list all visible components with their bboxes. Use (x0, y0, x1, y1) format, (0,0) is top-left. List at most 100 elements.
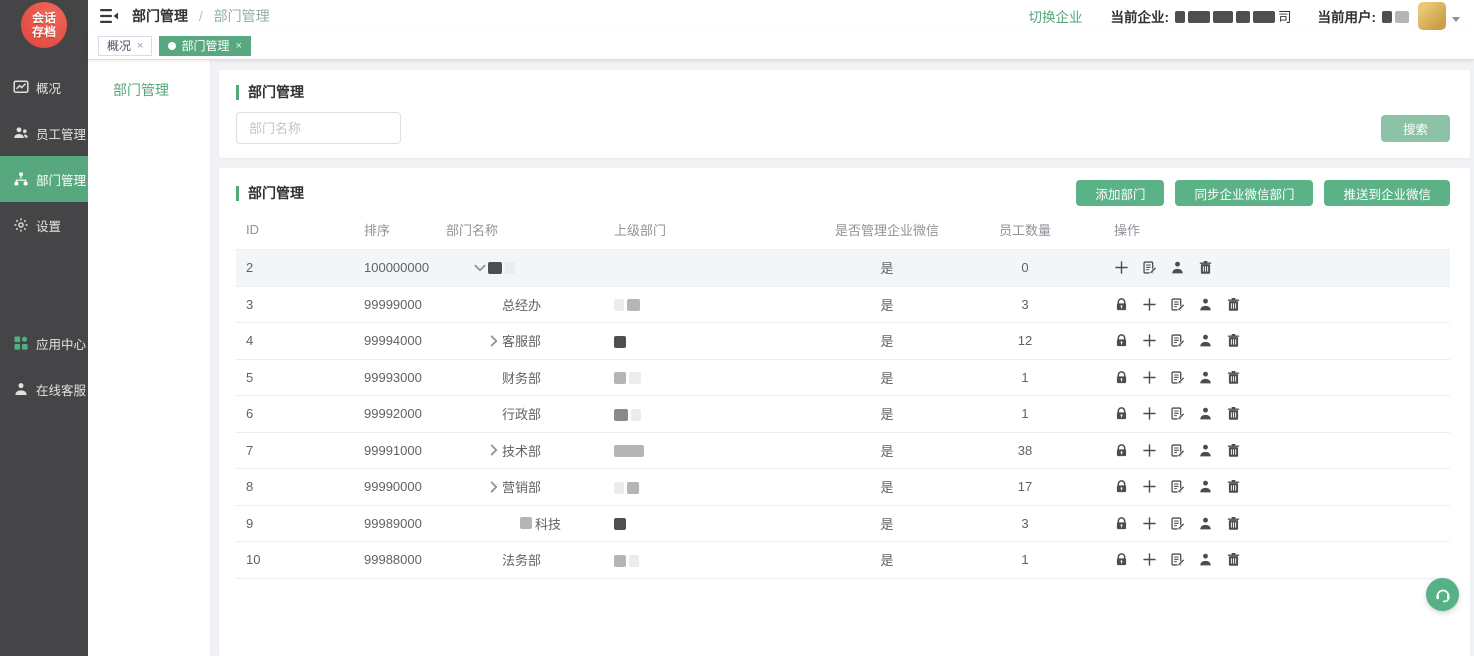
sidebar-item-employees[interactable]: 员工管理 (0, 110, 88, 156)
trash-action-icon[interactable] (1226, 370, 1241, 385)
sidebar-item-online-support[interactable]: 在线客服 (0, 366, 88, 412)
user-avatar[interactable] (1418, 2, 1446, 30)
table-button-0[interactable]: 添加部门 (1076, 180, 1164, 206)
expand-collapse-icon[interactable] (472, 260, 488, 276)
search-button[interactable]: 搜索 (1381, 115, 1450, 142)
content-row: 部门管理 部门管理 搜索 (88, 60, 1474, 656)
sidebar-item-settings[interactable]: 设置 (0, 202, 88, 248)
cell-employee-count: 38 (980, 443, 1070, 458)
trash-action-icon[interactable] (1226, 552, 1241, 567)
user-action-icon[interactable] (1198, 370, 1213, 385)
lock-action-icon[interactable] (1114, 370, 1129, 385)
user-action-icon[interactable] (1198, 479, 1213, 494)
collapse-sidebar-icon[interactable] (100, 8, 118, 24)
trash-action-icon[interactable] (1226, 333, 1241, 348)
edit-action-icon[interactable] (1170, 370, 1185, 385)
edit-action-icon[interactable] (1170, 516, 1185, 531)
edit-action-icon[interactable] (1170, 297, 1185, 312)
logo-text-line2: 存档 (32, 25, 56, 39)
plus-action-icon[interactable] (1142, 552, 1157, 567)
user-action-icon[interactable] (1198, 297, 1213, 312)
logo-text-line1: 会话 (32, 11, 56, 25)
trash-action-icon[interactable] (1226, 406, 1241, 421)
redacted-text-block (614, 409, 628, 421)
page-content: 部门管理 搜索 部门管理 添加部门同步企业微信部门推送到企业微信 (211, 60, 1474, 656)
trash-action-icon[interactable] (1226, 297, 1241, 312)
user-action-icon[interactable] (1198, 443, 1213, 458)
close-tab-icon[interactable]: × (235, 40, 241, 52)
breadcrumb-parent[interactable]: 部门管理 (132, 8, 188, 24)
expand-row-icon[interactable] (486, 479, 502, 495)
sidebar-item-overview[interactable]: 概况 (0, 64, 88, 110)
redacted-text-block (1236, 11, 1250, 23)
tab-概况[interactable]: 概况 × (98, 36, 152, 56)
plus-action-icon[interactable] (1142, 516, 1157, 531)
user-action-icon[interactable] (1198, 552, 1213, 567)
trash-action-icon[interactable] (1226, 443, 1241, 458)
edit-action-icon[interactable] (1170, 333, 1185, 348)
redacted-text-block (629, 372, 641, 384)
plus-action-icon[interactable] (1142, 479, 1157, 494)
close-tab-icon[interactable]: × (137, 40, 143, 52)
lock-action-icon[interactable] (1114, 552, 1129, 567)
cell-manage-wecom: 是 (794, 550, 980, 569)
plus-action-icon[interactable] (1142, 333, 1157, 348)
plus-action-icon[interactable] (1142, 370, 1157, 385)
cell-manage-wecom: 是 (794, 295, 980, 314)
tab-label: 概况 (107, 37, 131, 54)
lock-action-icon[interactable] (1114, 479, 1129, 494)
tab-部门管理[interactable]: 部门管理 × (159, 36, 250, 56)
cell-sort: 100000000 (354, 260, 436, 275)
cell-operations (1070, 552, 1450, 567)
cell-parent-department (604, 406, 794, 421)
current-enterprise-redacted (1175, 9, 1278, 24)
plus-action-icon[interactable] (1114, 260, 1129, 275)
table-button-2[interactable]: 推送到企业微信 (1324, 180, 1450, 206)
table-button-1[interactable]: 同步企业微信部门 (1175, 180, 1313, 206)
cell-department-name: 技术部 (436, 441, 604, 460)
app-root: 会话 存档 概况 员工管理 部门管理 设置 应用中心 在线客服 部门 (0, 0, 1474, 656)
redacted-text-block (1382, 11, 1392, 23)
cell-employee-count: 17 (980, 479, 1070, 494)
plus-action-icon[interactable] (1142, 297, 1157, 312)
cell-employee-count: 1 (980, 552, 1070, 567)
cell-manage-wecom: 是 (794, 258, 980, 277)
edit-action-icon[interactable] (1170, 479, 1185, 494)
expand-row-icon[interactable] (486, 442, 502, 458)
user-menu-caret-icon[interactable] (1452, 17, 1460, 22)
lock-action-icon[interactable] (1114, 516, 1129, 531)
redacted-text-block (614, 299, 624, 311)
app-logo[interactable]: 会话 存档 (0, 0, 88, 56)
edit-action-icon[interactable] (1142, 260, 1157, 275)
user-action-icon[interactable] (1198, 333, 1213, 348)
switch-enterprise-link[interactable]: 切换企业 (1029, 6, 1083, 26)
edit-action-icon[interactable] (1170, 443, 1185, 458)
lock-action-icon[interactable] (1114, 297, 1129, 312)
cell-sort: 99988000 (354, 552, 436, 567)
sidebar-item-label: 概况 (36, 78, 61, 97)
trash-action-icon[interactable] (1198, 260, 1213, 275)
department-name-text: 营销部 (502, 477, 541, 496)
lock-action-icon[interactable] (1114, 333, 1129, 348)
lock-action-icon[interactable] (1114, 406, 1129, 421)
trash-action-icon[interactable] (1226, 479, 1241, 494)
user-action-icon[interactable] (1198, 406, 1213, 421)
department-name-input[interactable] (236, 112, 401, 144)
sidebar-item-app-center[interactable]: 应用中心 (0, 320, 88, 366)
customer-service-fab[interactable] (1426, 578, 1459, 611)
edit-action-icon[interactable] (1170, 552, 1185, 567)
cell-employee-count: 3 (980, 297, 1070, 312)
table-row-dept-3: 3 99999000 总经办 是 3 (236, 287, 1450, 324)
sidebar-item-departments[interactable]: 部门管理 (0, 156, 88, 202)
column-header: ID (236, 222, 354, 237)
user-action-icon[interactable] (1170, 260, 1185, 275)
expand-row-icon[interactable] (486, 333, 502, 349)
sidebar-item-label: 在线客服 (36, 380, 86, 399)
user-action-icon[interactable] (1198, 516, 1213, 531)
plus-action-icon[interactable] (1142, 406, 1157, 421)
lock-action-icon[interactable] (1114, 443, 1129, 458)
subsidebar-item-0[interactable]: 部门管理 (88, 60, 210, 100)
plus-action-icon[interactable] (1142, 443, 1157, 458)
trash-action-icon[interactable] (1226, 516, 1241, 531)
edit-action-icon[interactable] (1170, 406, 1185, 421)
